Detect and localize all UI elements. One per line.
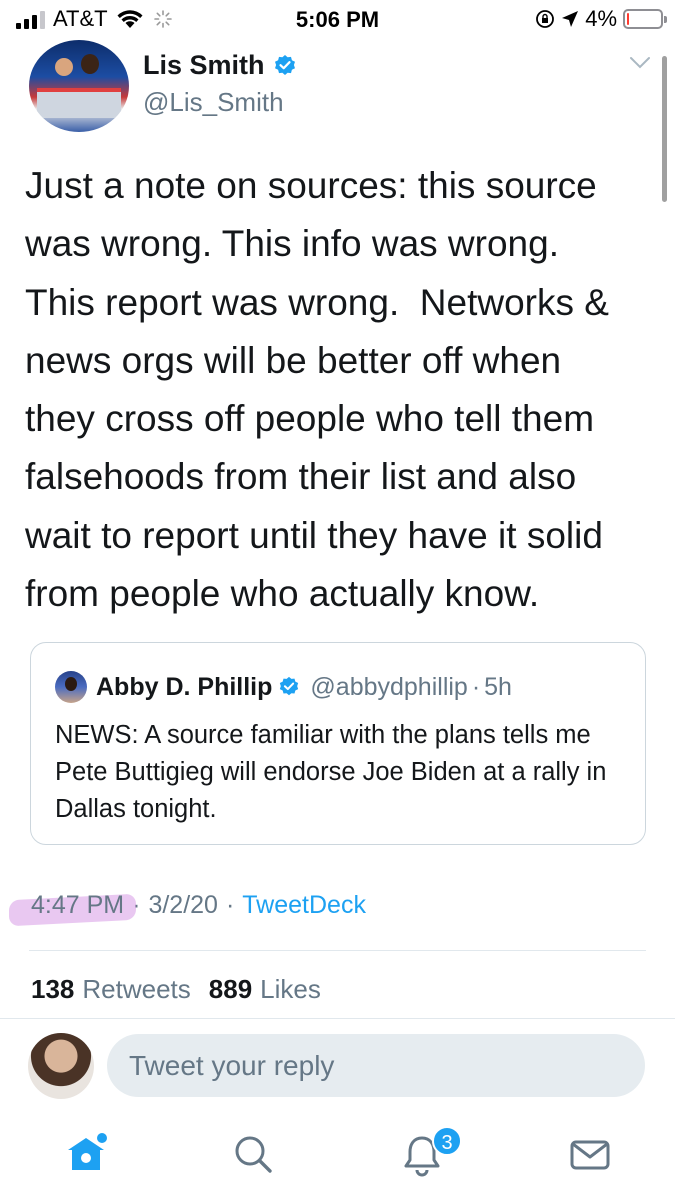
retweets-label[interactable]: Retweets — [82, 974, 190, 1005]
tweet-meta: 4:47 PM · 3/2/20 · TweetDeck — [31, 891, 366, 920]
divider — [0, 1018, 675, 1019]
retweets-count[interactable]: 138 — [31, 974, 74, 1005]
search-icon[interactable] — [229, 1130, 277, 1178]
quoted-tweet-text: NEWS: A source familiar with the plans t… — [55, 721, 607, 823]
likes-count[interactable]: 889 — [209, 974, 252, 1005]
quoted-author-name: Abby D. Phillip — [96, 672, 273, 701]
tweet-client-link[interactable]: TweetDeck — [242, 891, 366, 920]
divider — [29, 950, 646, 951]
status-bar: AT&T 5:06 PM 4% — [0, 0, 675, 38]
notifications-badge: 3 — [432, 1126, 462, 1156]
engagement-stats: 138 Retweets 889 Likes — [31, 974, 339, 1005]
orientation-lock-icon — [536, 10, 555, 28]
tweet-date: 3/2/20 — [148, 891, 218, 919]
quoted-tweet-card[interactable]: Abby D. Phillip @abbydphillip · 5h NEWS:… — [30, 642, 646, 845]
scrollbar[interactable] — [662, 56, 667, 202]
tweet-time: 4:47 PM — [31, 891, 125, 919]
quoted-tweet-header: Abby D. Phillip @abbydphillip · 5h — [55, 671, 512, 703]
quoted-author-avatar — [55, 671, 87, 703]
verified-badge-icon — [274, 54, 295, 75]
quoted-author-handle: @abbydphillip — [310, 672, 468, 701]
home-icon[interactable] — [62, 1130, 110, 1178]
tab-bar — [0, 1120, 675, 1200]
quoted-tweet-age: 5h — [484, 672, 512, 701]
likes-label[interactable]: Likes — [260, 974, 321, 1005]
chevron-down-icon[interactable] — [629, 56, 651, 70]
author-handle[interactable]: @Lis_Smith — [143, 87, 284, 118]
meta-separator: · — [225, 891, 235, 919]
messages-envelope-icon[interactable] — [566, 1130, 614, 1178]
battery-percent: 4% — [585, 6, 617, 31]
author-name[interactable]: Lis Smith — [143, 50, 265, 81]
status-right: 4% — [535, 6, 667, 32]
verified-badge-icon — [280, 676, 299, 696]
battery-icon — [623, 9, 667, 29]
reply-user-avatar — [28, 1033, 94, 1099]
reply-input[interactable]: Tweet your reply — [107, 1034, 645, 1097]
author-avatar[interactable] — [29, 40, 129, 132]
quoted-separator: · — [471, 672, 481, 701]
tweet-text: Just a note on sources: this source was … — [25, 165, 609, 615]
author-name-row[interactable]: Lis Smith — [143, 50, 297, 81]
location-arrow-icon — [562, 11, 579, 27]
